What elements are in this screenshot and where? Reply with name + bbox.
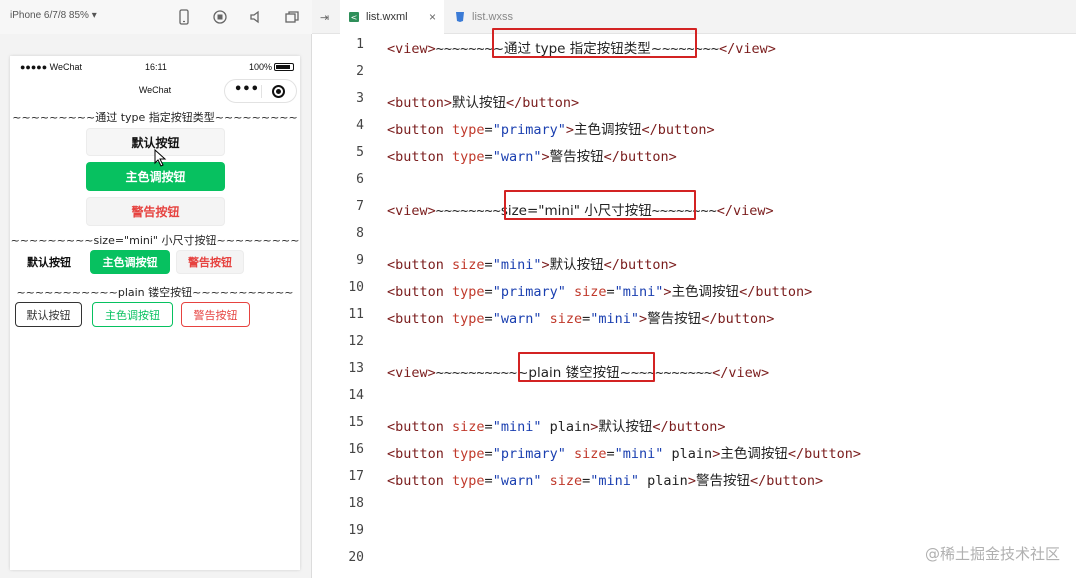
line-number: 20: [348, 550, 364, 565]
tab-list-wxml[interactable]: < list.wxml ×: [340, 0, 444, 34]
app-root: iPhone 6/7/8 85% ▾ ●●●●● WeChat 16:11 10…: [0, 0, 1076, 578]
collapse-arrow-icon[interactable]: ⇥: [320, 11, 329, 24]
highlight-box-plain: [518, 352, 655, 382]
tab-label: list.wxss: [472, 11, 513, 23]
wxss-file-icon: [456, 12, 464, 22]
code-line: 13 <view>~~~~~~~~~~~plain 镂空按钮~~~~~~~~~~…: [312, 361, 1076, 381]
line-number: 12: [348, 334, 364, 349]
line-number: 14: [348, 388, 364, 403]
close-tab-icon[interactable]: ×: [429, 10, 436, 24]
highlight-box-size: [504, 190, 696, 220]
line-number: 2: [356, 64, 364, 79]
simulator-toolbar: iPhone 6/7/8 85% ▾: [0, 0, 312, 34]
code-line: 11 <button type="warn" size="mini">警告按钮<…: [312, 307, 1076, 327]
line-number: 8: [356, 226, 364, 241]
line-number: 11: [348, 307, 364, 322]
battery-percent: 100%: [249, 62, 273, 72]
line-number: 9: [356, 253, 364, 268]
wxml-file-icon: <: [349, 12, 359, 22]
code-line: 10 <button type="primary" size="mini">主色…: [312, 280, 1076, 300]
code-line: 5 <button type="warn">警告按钮</button>: [312, 145, 1076, 165]
watermark: @稀土掘金技术社区: [924, 545, 1060, 563]
code-editor: ⇥ < list.wxml × list.wxss 1 <view>~~~~~~…: [312, 0, 1076, 578]
window-icon[interactable]: [284, 9, 300, 25]
plain-heading: ~~~~~~~~~~~plain 镂空按钮~~~~~~~~~~~: [16, 286, 294, 298]
mini-default-button[interactable]: 默认按钮: [19, 250, 79, 274]
status-time: 16:11: [145, 62, 167, 72]
mini-warn-button[interactable]: 警告按钮: [176, 250, 244, 274]
code-line: 17 <button type="warn" size="mini" plain…: [312, 469, 1076, 489]
code-text: <button type="warn">警告按钮</button>: [387, 149, 677, 165]
plain-primary-button[interactable]: 主色调按钮: [92, 302, 173, 327]
line-number: 18: [348, 496, 364, 511]
line-number: 15: [348, 415, 364, 430]
plain-warn-button[interactable]: 警告按钮: [181, 302, 250, 327]
mini-primary-button[interactable]: 主色调按钮: [90, 250, 170, 274]
nav-bar: WeChat •••: [10, 78, 300, 104]
line-number: 19: [348, 523, 364, 538]
type-heading: ~~~~~~~~~通过 type 指定按钮类型~~~~~~~~~: [12, 111, 298, 123]
code-line: 9 <button size="mini">默认按钮</button>: [312, 253, 1076, 273]
warn-button[interactable]: 警告按钮: [86, 197, 225, 226]
tab-label: list.wxml: [366, 11, 408, 23]
code-line: 3 <button>默认按钮</button>: [312, 91, 1076, 111]
highlight-box-type: [492, 28, 697, 58]
code-area[interactable]: 1 <view>~~~~~~~~通过 type 指定按钮类型~~~~~~~~</…: [312, 28, 1076, 578]
svg-text:<: <: [351, 13, 358, 22]
line-number: 7: [356, 199, 364, 214]
plain-default-button[interactable]: 默认按钮: [15, 302, 82, 327]
code-text: <button>默认按钮</button>: [387, 95, 580, 111]
code-line: 4 <button type="primary">主色调按钮</button>: [312, 118, 1076, 138]
phone-screen: ●●●●● WeChat 16:11 100% WeChat ••• ~~~~~…: [10, 56, 300, 570]
code-text: <button type="warn" size="mini" plain>警告…: [387, 473, 824, 489]
line-number: 1: [356, 37, 364, 52]
line-number: 4: [356, 118, 364, 133]
carrier-label: ●●●●● WeChat: [20, 62, 83, 72]
capsule-menu: •••: [224, 79, 297, 103]
simulator-panel: iPhone 6/7/8 85% ▾ ●●●●● WeChat 16:11 10…: [0, 0, 312, 578]
line-number: 13: [348, 361, 364, 376]
line-number: 3: [356, 91, 364, 106]
code-line: 15 <button size="mini" plain>默认按钮</butto…: [312, 415, 1076, 435]
mouse-cursor-icon: [154, 149, 167, 167]
more-icon[interactable]: •••: [234, 82, 259, 97]
code-text: <button type="warn" size="mini">警告按钮</bu…: [387, 311, 775, 327]
code-text: <button size="mini">默认按钮</button>: [387, 257, 677, 273]
size-heading: ~~~~~~~~~size="mini" 小尺寸按钮~~~~~~~~~: [10, 234, 300, 246]
code-text: <button size="mini" plain>默认按钮</button>: [387, 419, 726, 435]
line-number: 16: [348, 442, 364, 457]
capsule-divider: [261, 85, 262, 98]
code-text: <button type="primary" size="mini" plain…: [387, 446, 861, 462]
stop-icon[interactable]: [212, 9, 228, 25]
close-miniprogram-icon[interactable]: [272, 85, 285, 98]
code-line: 16 <button type="primary" size="mini" pl…: [312, 442, 1076, 462]
line-number: 5: [356, 145, 364, 160]
device-select[interactable]: iPhone 6/7/8 85% ▾: [10, 10, 97, 21]
phone-icon[interactable]: [176, 9, 192, 25]
status-bar: ●●●●● WeChat 16:11 100%: [10, 56, 300, 78]
battery-icon: [274, 63, 294, 71]
line-number: 10: [348, 280, 364, 295]
line-number: 17: [348, 469, 364, 484]
code-text: <button type="primary" size="mini">主色调按钮…: [387, 284, 813, 300]
code-text: <button type="primary">主色调按钮</button>: [387, 122, 715, 138]
line-number: 6: [356, 172, 364, 187]
volume-icon[interactable]: [248, 9, 264, 25]
